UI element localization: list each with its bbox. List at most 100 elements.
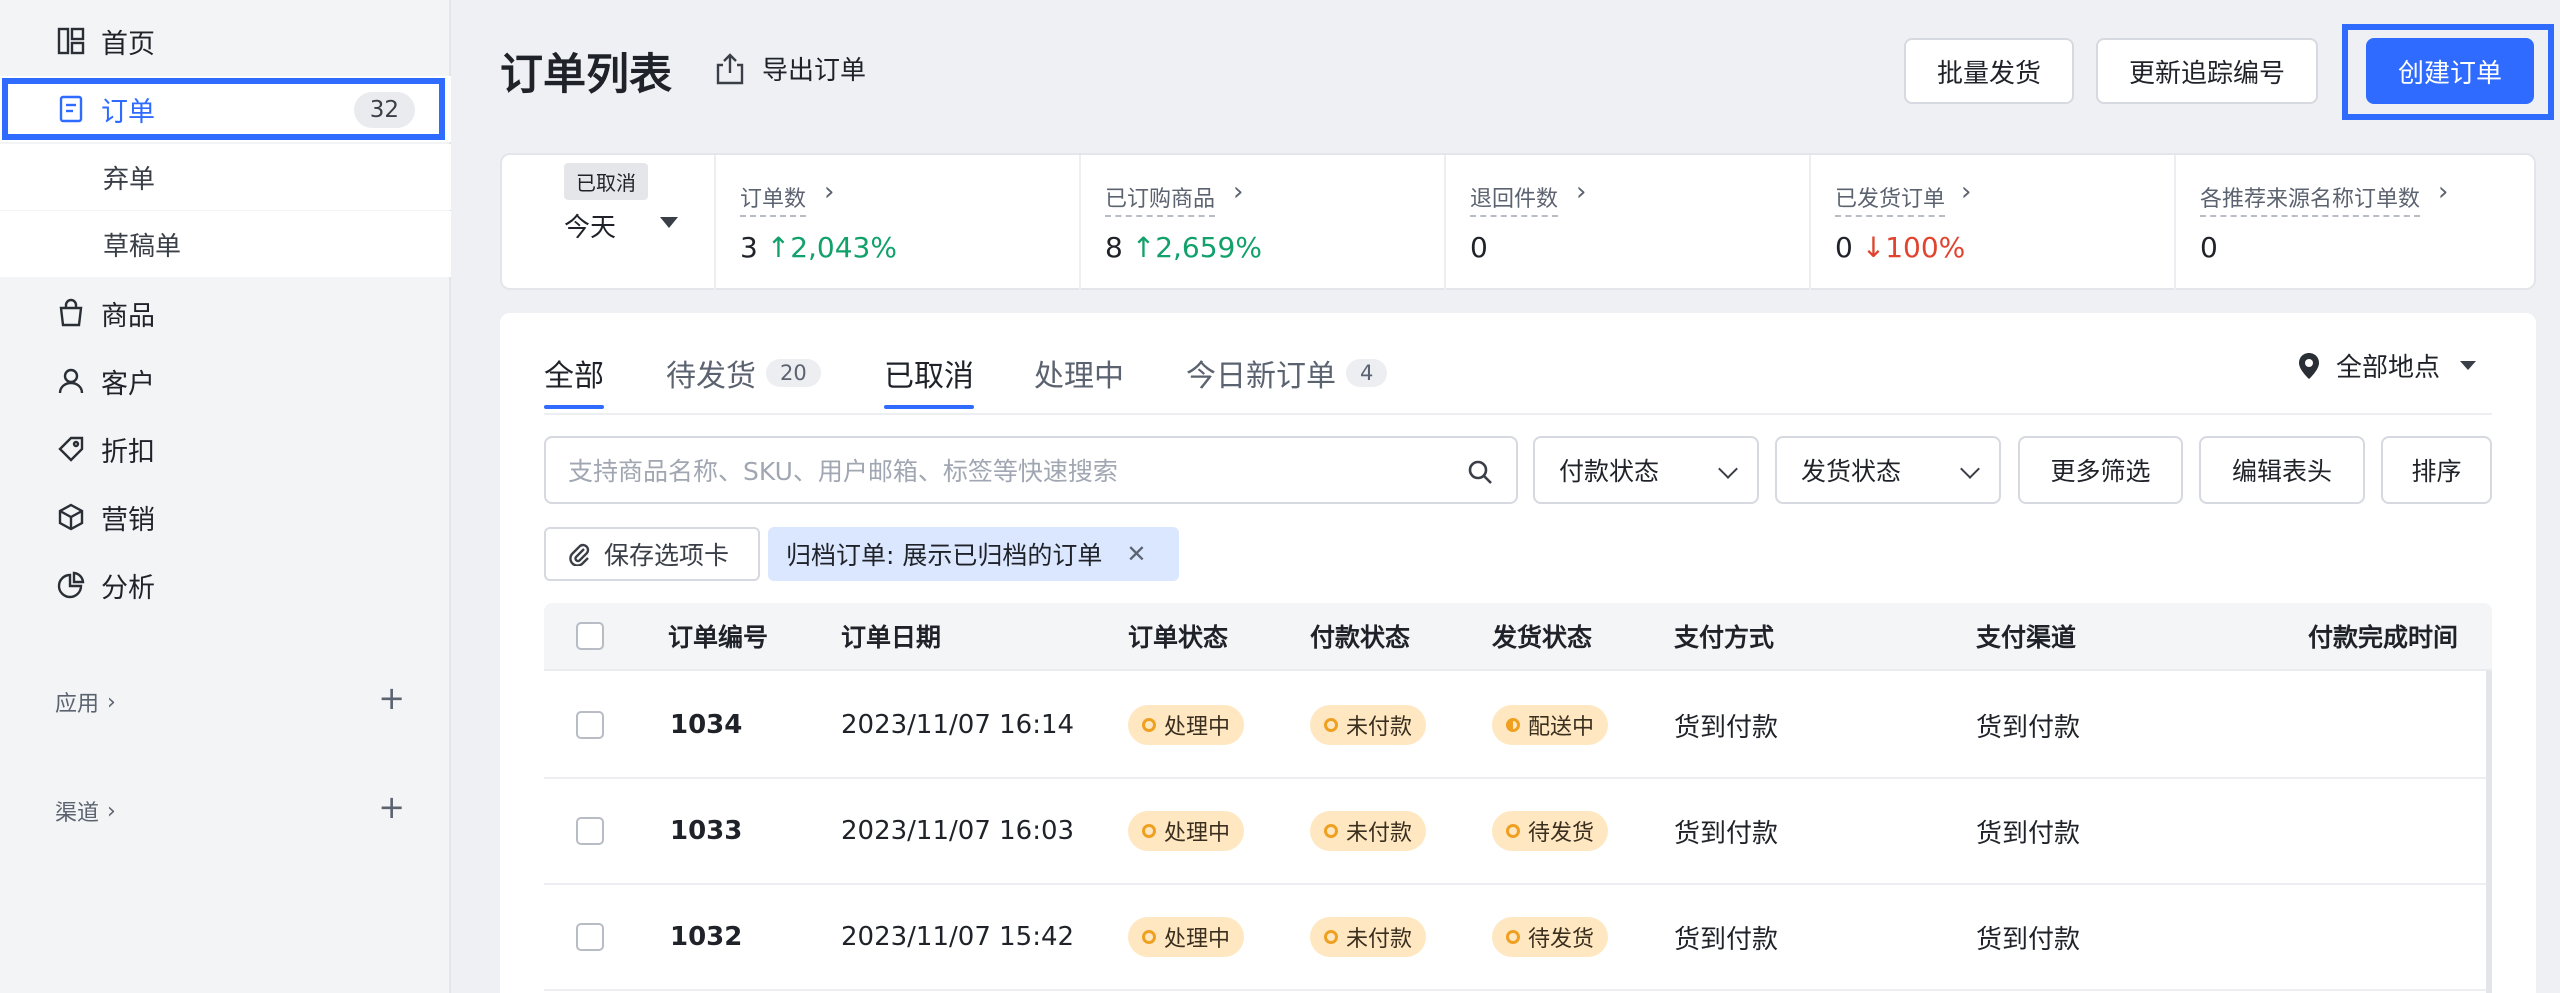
order-date: 2023/11/07 15:42 <box>841 922 1075 952</box>
row-checkbox[interactable] <box>576 711 604 739</box>
export-orders-link[interactable]: 导出订单 <box>712 50 866 87</box>
location-selector[interactable]: 全部地点 <box>2296 347 2476 384</box>
payment-status-filter[interactable]: 付款状态 <box>1533 436 1759 504</box>
status-badge: 待发货 <box>1492 811 1609 851</box>
order-id[interactable]: 1032 <box>670 885 742 989</box>
tab-underline <box>884 405 974 409</box>
stat-label: 退回件数 <box>1470 181 1559 217</box>
edit-columns-button[interactable]: 编辑表头 <box>2199 436 2365 504</box>
trend-down-indicator: ↓100% <box>1861 231 1966 264</box>
column-header[interactable]: 订单编号 <box>668 603 768 669</box>
column-header[interactable]: 支付渠道 <box>1976 603 2076 669</box>
stat-returns[interactable]: 退回件数 › 0 <box>1444 155 1809 290</box>
tab-new-today[interactable]: 今日新订单 4 <box>1186 343 1388 403</box>
cube-icon <box>55 501 87 533</box>
sidebar-item-label: 客户 <box>101 368 155 400</box>
sidebar-item-abandoned[interactable]: 弃单 <box>0 144 451 210</box>
payment-channel: 货到付款 <box>1976 712 2081 743</box>
stat-label: 已发货订单 <box>1835 181 1946 217</box>
sidebar-item-discounts[interactable]: 折扣 <box>0 416 451 482</box>
stat-value: 0 ↓100% <box>1835 231 1966 264</box>
stat-label: 订单数 <box>740 181 807 217</box>
payment-status-cell: 未付款 <box>1310 885 1427 989</box>
sidebar-item-drafts[interactable]: 草稿单 <box>0 211 451 277</box>
date-tooltip: 已取消 <box>564 163 648 200</box>
channels-section-header[interactable]: 渠道 › <box>55 795 116 827</box>
stat-referral-orders[interactable]: 各推荐来源名称订单数 › 0 <box>2174 155 2536 290</box>
date-range-selector[interactable]: 已取消 今天 <box>502 155 714 290</box>
stat-items-ordered[interactable]: 已订购商品 › 8 ↑2,659% <box>1079 155 1444 290</box>
shipping-status-cell: 待发货 <box>1492 779 1609 883</box>
payment-status-cell: 未付款 <box>1310 779 1427 883</box>
tab-all[interactable]: 全部 <box>544 343 604 409</box>
sidebar-item-marketing[interactable]: 营销 <box>0 484 451 550</box>
sidebar-item-label: 首页 <box>101 28 155 60</box>
tab-processing[interactable]: 处理中 <box>1034 343 1124 403</box>
column-header[interactable]: 付款完成时间 <box>2308 603 2458 669</box>
order-date: 2023/11/07 16:03 <box>841 816 1075 846</box>
add-channel-button[interactable]: + <box>378 791 405 823</box>
stat-value: 3 ↑2,043% <box>740 231 897 264</box>
stat-label: 各推荐来源名称订单数 <box>2200 181 2421 217</box>
payment-channel: 货到付款 <box>1976 924 2081 955</box>
chevron-right-icon: › <box>824 177 835 207</box>
order-id[interactable]: 1033 <box>670 779 742 883</box>
tab-label: 已取消 <box>884 359 974 394</box>
sidebar-item-label: 商品 <box>101 300 155 332</box>
sidebar-item-home[interactable]: 首页 <box>0 8 451 74</box>
filter-label: 发货状态 <box>1801 457 1902 486</box>
active-filter-chip[interactable]: 归档订单: 展示已归档的订单 ✕ <box>768 527 1179 581</box>
sort-button[interactable]: 排序 <box>2381 436 2492 504</box>
save-tab-button[interactable]: 保存选项卡 <box>544 527 760 581</box>
sidebar-item-products[interactable]: 商品 <box>0 280 451 346</box>
tab-pending-shipment[interactable]: 待发货 20 <box>666 343 821 403</box>
stats-strip: 已取消 今天 订单数 › 3 ↑2,043% 已订购商品 › 8 ↑2,659%… <box>500 153 2536 290</box>
order-id[interactable]: 1034 <box>670 673 742 777</box>
order-icon <box>55 93 87 125</box>
add-app-button[interactable]: + <box>378 682 405 714</box>
sidebar-item-analytics[interactable]: 分析 <box>0 552 451 618</box>
stat-orders[interactable]: 订单数 › 3 ↑2,043% <box>714 155 1079 290</box>
status-badge: 处理中 <box>1128 917 1245 957</box>
status-dot-icon <box>1506 930 1520 944</box>
search-icon[interactable] <box>1466 458 1494 486</box>
column-header[interactable]: 付款状态 <box>1310 603 1410 669</box>
apps-section-header[interactable]: 应用 › <box>55 686 116 718</box>
filter-label: 付款状态 <box>1559 457 1660 486</box>
column-header[interactable]: 订单日期 <box>841 603 941 669</box>
table-scrollbar[interactable] <box>2486 671 2492 993</box>
update-tracking-button[interactable]: 更新追踪编号 <box>2096 38 2318 104</box>
search-input[interactable]: 支持商品名称、SKU、用户邮箱、标签等快速搜索 <box>544 436 1518 504</box>
column-header[interactable]: 支付方式 <box>1674 603 1774 669</box>
row-checkbox[interactable] <box>576 817 604 845</box>
payment-method: 货到付款 <box>1674 818 1779 849</box>
more-filters-button[interactable]: 更多筛选 <box>2018 436 2183 504</box>
sidebar-item-customers[interactable]: 客户 <box>0 348 451 414</box>
select-all-checkbox[interactable] <box>576 622 604 650</box>
apps-label: 应用 <box>55 692 100 717</box>
page-title: 订单列表 <box>500 50 672 100</box>
status-badge: 待发货 <box>1492 917 1609 957</box>
status-badge: 处理中 <box>1128 811 1245 851</box>
column-header[interactable]: 发货状态 <box>1492 603 1592 669</box>
close-icon[interactable]: ✕ <box>1126 540 1146 568</box>
stat-shipped-orders[interactable]: 已发货订单 › 0 ↓100% <box>1809 155 2174 290</box>
bulk-ship-button[interactable]: 批量发货 <box>1904 38 2074 104</box>
pie-chart-icon <box>55 569 87 601</box>
table-row[interactable]: 1034 2023/11/07 16:14 处理中 未付款 配送中 货到付款 货… <box>544 673 2492 779</box>
stat-value: 8 ↑2,659% <box>1105 231 1262 264</box>
status-half-dot-icon <box>1506 718 1520 732</box>
sidebar-item-label: 订单 <box>101 96 155 128</box>
row-checkbox[interactable] <box>576 923 604 951</box>
caret-down-icon <box>2460 361 2476 370</box>
order-status-cell: 处理中 <box>1128 779 1245 883</box>
table-row[interactable]: 1032 2023/11/07 15:42 处理中 未付款 待发货 货到付款 货… <box>544 885 2492 991</box>
shipping-status-filter[interactable]: 发货状态 <box>1775 436 2001 504</box>
order-status-cell: 处理中 <box>1128 885 1245 989</box>
table-row[interactable]: 1033 2023/11/07 16:03 处理中 未付款 待发货 货到付款 货… <box>544 779 2492 885</box>
column-header[interactable]: 订单状态 <box>1128 603 1228 669</box>
create-order-button[interactable]: 创建订单 <box>2366 38 2534 104</box>
shipping-status-cell: 配送中 <box>1492 673 1609 777</box>
tab-cancelled[interactable]: 已取消 <box>884 343 974 409</box>
sidebar-item-orders[interactable]: 订单 32 <box>0 76 451 142</box>
